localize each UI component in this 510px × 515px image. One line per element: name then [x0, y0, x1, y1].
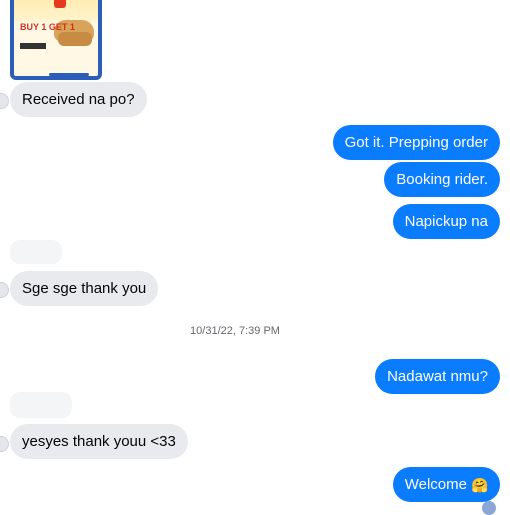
brand-logo-icon — [54, 0, 66, 8]
message-placeholder — [10, 240, 62, 264]
promo-text: BUY 1 GET 1 — [20, 22, 75, 32]
message-bubble-incoming[interactable]: yesyes thank youu <33 — [10, 424, 188, 459]
message-bubble-outgoing[interactable]: Nadawat nmu? — [375, 359, 500, 394]
message-bubble-outgoing[interactable]: Napickup na — [392, 204, 500, 239]
message-bubble-incoming[interactable]: Sge sge thank you — [10, 271, 159, 306]
card-footer-bar — [49, 73, 89, 76]
hugging-face-emoji-icon: 🤗 — [471, 476, 489, 493]
timestamp-divider: 10/31/22, 7:39 PM — [190, 325, 280, 337]
seen-receipt-avatar — [482, 501, 496, 515]
message-placeholder — [10, 392, 72, 418]
sender-avatar[interactable] — [0, 93, 9, 109]
message-bubble-outgoing[interactable]: Got it. Prepping order — [332, 125, 500, 160]
sender-avatar[interactable] — [0, 436, 9, 452]
message-bubble-incoming[interactable]: Received na po? — [10, 82, 147, 117]
promo-badge — [20, 43, 46, 49]
shared-image-card[interactable]: BUY 1 GET 1 — [10, 0, 102, 80]
message-bubble-outgoing[interactable]: Booking rider. — [384, 162, 500, 197]
message-bubble-outgoing[interactable]: Welcome 🤗 — [392, 467, 500, 502]
chat-thread: BUY 1 GET 1 Received na po? Got it. Prep… — [0, 0, 510, 515]
message-text: Welcome — [404, 476, 467, 493]
burger-image-icon — [58, 32, 92, 46]
sender-avatar[interactable] — [0, 282, 9, 298]
